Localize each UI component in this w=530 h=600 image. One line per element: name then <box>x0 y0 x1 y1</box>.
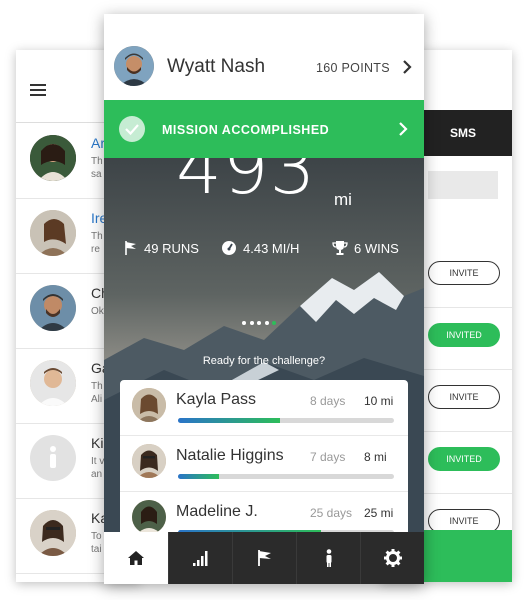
runner-miles: 8 mi <box>364 450 387 464</box>
invite-button[interactable]: INVITE <box>428 261 500 285</box>
avatar <box>30 135 76 181</box>
invited-button[interactable]: INVITED <box>428 447 500 471</box>
person-icon <box>326 549 332 567</box>
progress-bar <box>178 530 394 532</box>
contact-preview-line: sa <box>91 169 102 180</box>
tab-stats[interactable] <box>168 532 233 584</box>
wins-stat: 6 WINS <box>332 240 399 256</box>
runner-days: 7 days <box>310 450 346 464</box>
contact-preview-line: Ali <box>91 394 103 405</box>
avatar <box>114 46 154 86</box>
list-item: INVITED <box>420 431 512 494</box>
distance-unit: mi <box>334 190 352 209</box>
leaderboard-row[interactable]: Madeline J. 25 days 25 mi <box>120 492 408 532</box>
runner-days: 8 days <box>310 394 346 408</box>
list-item: INVITE <box>420 369 512 432</box>
profile-name: Wyatt Nash <box>167 56 266 77</box>
profile-header[interactable]: Wyatt Nash 160 POINTS <box>104 14 424 100</box>
contact-preview-line: Th <box>91 156 103 167</box>
invite-button[interactable]: INVITE <box>428 385 500 409</box>
progress-fill <box>178 418 280 423</box>
tab-profile[interactable] <box>296 532 361 584</box>
contact-name: Ar <box>91 135 105 151</box>
speed-value: 4.43 MI/H <box>243 241 300 256</box>
menu-icon[interactable] <box>30 84 46 96</box>
contact-preview-line: tai <box>91 544 102 555</box>
progress-fill <box>178 474 220 479</box>
settings-icon <box>384 549 402 567</box>
runs-stat: 49 RUNS <box>124 240 199 256</box>
main-screen: Wyatt Nash 160 POINTS MISSION ACCOMPLISH… <box>104 14 424 584</box>
tab-home[interactable] <box>104 532 168 584</box>
carousel-dot-active[interactable] <box>272 321 276 325</box>
contact-preview-line: Th <box>91 381 103 392</box>
avatar <box>30 210 76 256</box>
contact-preview-line: Ok <box>91 306 104 317</box>
runner-days: 25 days <box>310 506 353 520</box>
avatar <box>30 435 76 481</box>
runs-value: 49 RUNS <box>144 241 199 256</box>
leaderboard: Kayla Pass 8 days 10 mi Natalie Higgins … <box>120 380 408 532</box>
runner-miles: 25 mi <box>364 506 394 520</box>
tab-label: SMS <box>450 126 477 140</box>
wins-value: 6 WINS <box>354 241 399 256</box>
stats-icon <box>193 551 208 566</box>
runner-name: Natalie Higgins <box>176 447 284 464</box>
contact-preview-line: an <box>91 469 103 480</box>
mission-banner[interactable]: MISSION ACCOMPLISHED <box>104 100 424 158</box>
trophy-icon <box>332 241 348 255</box>
challenge-prompt: Ready for the challenge? <box>202 355 326 367</box>
avatar <box>30 360 76 406</box>
check-icon <box>119 116 145 142</box>
carousel-dot[interactable] <box>257 321 261 325</box>
points-label: 160 POINTS <box>316 61 390 75</box>
avatar <box>30 510 76 556</box>
speedometer-icon <box>222 241 236 255</box>
carousel-dot[interactable] <box>249 321 254 325</box>
contact-preview-line: To <box>91 531 102 542</box>
carousel-dot[interactable] <box>242 321 246 325</box>
progress-fill <box>178 530 321 532</box>
avatar <box>132 500 166 532</box>
contact-name: Ki <box>91 435 104 451</box>
avatar <box>132 444 166 478</box>
bottom-tab-bar <box>104 532 424 584</box>
avatar <box>30 285 76 331</box>
runner-name: Kayla Pass <box>176 391 257 408</box>
carousel-dots[interactable] <box>242 312 280 330</box>
person-placeholder-icon <box>50 446 56 468</box>
runner-name: Madeline J. <box>176 503 258 520</box>
contact-preview-line: It v <box>91 456 105 467</box>
list-item: INVITED <box>420 307 512 370</box>
contact-preview-line: re <box>91 244 100 255</box>
contact-preview-line: Th <box>91 231 103 242</box>
home-icon <box>128 551 144 565</box>
list-item: INVITE <box>420 245 512 308</box>
leaderboard-row[interactable]: Natalie Higgins 7 days 8 mi <box>120 436 408 492</box>
banner-text: MISSION ACCOMPLISHED <box>162 123 330 137</box>
flag-icon <box>258 550 271 566</box>
carousel-dot[interactable] <box>264 321 269 325</box>
tab-settings[interactable] <box>360 532 424 584</box>
avatar <box>132 388 166 422</box>
stats-hero: MISSION ACCOMPLISHED 493 mi 49 RUNS 4.43… <box>104 100 424 532</box>
chevron-right-icon[interactable] <box>398 58 416 76</box>
action-bar[interactable] <box>420 530 512 582</box>
leaderboard-row[interactable]: Kayla Pass 8 days 10 mi <box>120 380 408 436</box>
speed-stat: 4.43 MI/H <box>221 240 299 256</box>
flag-icon <box>125 241 136 255</box>
runner-miles: 10 mi <box>364 394 394 408</box>
invited-button[interactable]: INVITED <box>428 323 500 347</box>
chevron-right-icon <box>399 122 408 136</box>
progress-bar <box>178 474 394 479</box>
progress-bar <box>178 418 394 423</box>
search-input[interactable] <box>428 171 498 199</box>
tab-challenges[interactable] <box>232 532 297 584</box>
